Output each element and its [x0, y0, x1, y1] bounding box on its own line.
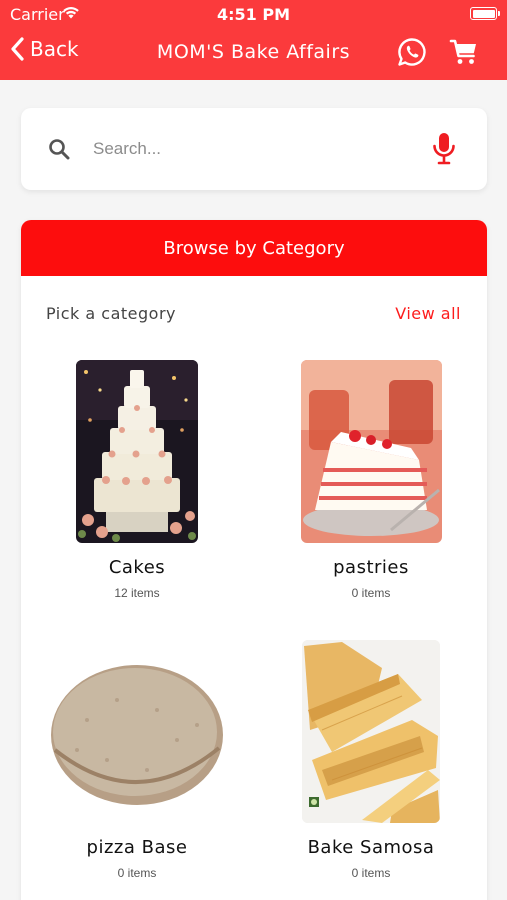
search-icon [49, 139, 70, 160]
category-count: 0 items [351, 586, 391, 600]
whatsapp-icon[interactable] [396, 36, 428, 68]
pick-category-label: Pick a category [46, 304, 176, 323]
pastries-image [300, 360, 442, 543]
browse-header: Browse by Category [21, 220, 487, 276]
nav-bar: Back MOM'S Bake Affairs [0, 28, 507, 80]
bake-samosa-image [302, 640, 440, 823]
cart-icon[interactable] [449, 37, 479, 67]
view-all-link[interactable]: View all [395, 304, 461, 323]
category-bake-samosa[interactable]: Bake Samosa 0 items [271, 640, 471, 880]
category-name: Cakes [108, 557, 166, 578]
category-pastries[interactable]: pastries 0 items [271, 360, 471, 600]
status-time: 4:51 PM [216, 5, 290, 24]
category-count: 0 items [351, 866, 391, 880]
browse-category-card: Browse by Category Pick a category View … [21, 220, 487, 900]
search-input[interactable] [93, 134, 413, 164]
category-name: pizza Base [86, 837, 188, 858]
status-bar: Carrier 4:51 PM [0, 0, 507, 28]
category-cakes[interactable]: Cakes 12 items [37, 360, 237, 600]
search-bar [21, 108, 487, 190]
category-count: 0 items [117, 866, 157, 880]
battery-icon [470, 7, 500, 20]
page-title: MOM'S Bake Affairs [156, 41, 351, 63]
category-pizza-base[interactable]: pizza Base 0 items [37, 640, 237, 880]
category-name: pastries [333, 557, 409, 578]
pizza-base-image [47, 640, 227, 823]
cakes-image [76, 360, 198, 543]
top-bar: Carrier 4:51 PM Back MOM'S Bake Affairs [0, 0, 507, 80]
category-count: 12 items [114, 586, 160, 600]
category-name: Bake Samosa [307, 837, 435, 858]
microphone-icon[interactable] [431, 132, 457, 166]
